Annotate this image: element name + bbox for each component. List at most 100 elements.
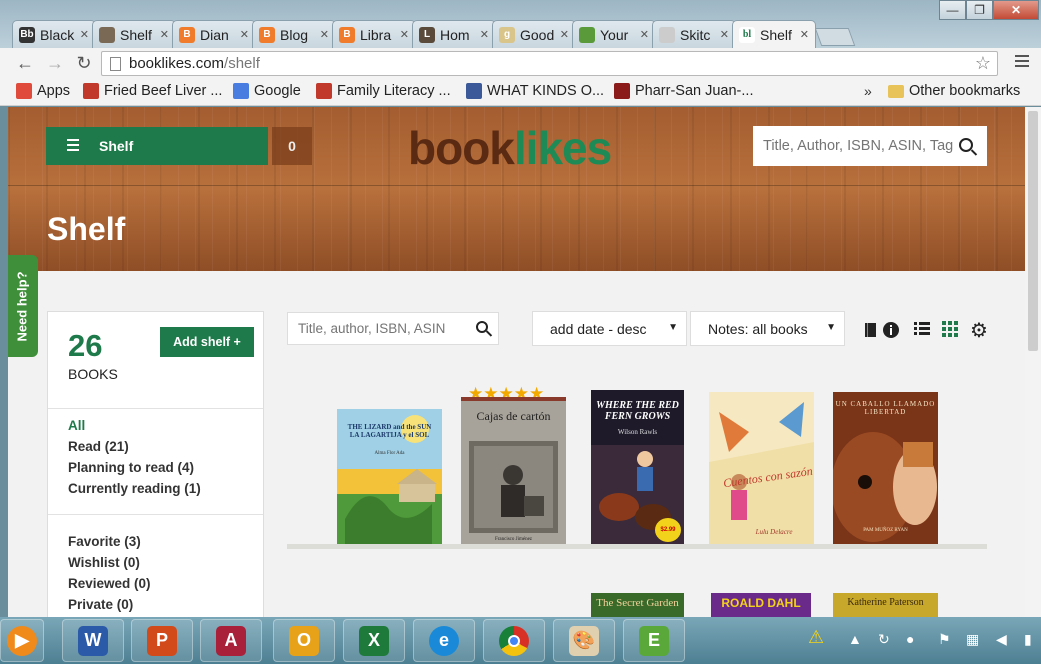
panda-tray-icon[interactable]: ● [906, 631, 914, 647]
address-url[interactable]: booklikes.com/shelf [129, 55, 260, 72]
action-center-flag-icon[interactable]: ⚑ [938, 631, 951, 648]
close-tab-icon[interactable]: ✕ [640, 28, 649, 41]
book-cover-cuentos-con-sazon[interactable]: Cuentos con sazón Lulu Delacre [709, 392, 814, 544]
close-tab-icon[interactable]: ✕ [320, 28, 329, 41]
tab-label: Shelf [760, 26, 792, 43]
address-bar[interactable]: booklikes.com/shelf ☆ [101, 51, 998, 76]
powerpoint-icon[interactable]: P [131, 619, 193, 662]
bookmark-item[interactable]: Apps [16, 83, 70, 99]
shelf-menu-button[interactable]: Shelf [46, 127, 268, 165]
internet-explorer-icon[interactable]: e [413, 619, 475, 662]
chrome-icon[interactable] [483, 619, 545, 662]
need-help-tab[interactable]: Need help? [8, 255, 38, 357]
close-tab-icon[interactable]: ✕ [400, 28, 409, 41]
close-window-button[interactable]: ✕ [993, 0, 1039, 20]
forward-arrow-icon[interactable]: → [44, 52, 66, 74]
minimize-button[interactable]: — [939, 0, 966, 20]
close-tab-icon[interactable]: ✕ [720, 28, 729, 41]
notes-filter-select[interactable]: Notes: all books ▼ [690, 311, 845, 346]
school-icon [614, 83, 630, 99]
browser-tab[interactable]: B Dian ✕ [172, 20, 256, 48]
bookmarks-overflow-chevron[interactable]: » [864, 83, 872, 99]
sidebar-item-favorite[interactable]: Favorite (3) [68, 534, 141, 549]
book-cover-caballo-libertad[interactable]: UN CABALLO LLAMADO LIBERTAD PAM MUÑOZ RY… [833, 392, 938, 544]
search-icon[interactable] [476, 321, 488, 333]
sidebar-item-private[interactable]: Private (0) [68, 597, 133, 612]
tab-label: Hom [440, 26, 470, 43]
browser-tab[interactable]: L Hom ✕ [412, 20, 496, 48]
browser-tab[interactable]: Shelf ✕ [92, 20, 176, 48]
shelf-divider [287, 544, 987, 549]
sidebar-item-all[interactable]: All [68, 418, 85, 433]
browser-tab[interactable]: Skitc ✕ [652, 20, 736, 48]
outlook-icon[interactable]: O [273, 619, 335, 662]
sidebar-item-currently-reading[interactable]: Currently reading (1) [68, 481, 201, 496]
bookmark-label: Apps [37, 83, 71, 99]
network-tray-icon[interactable]: ▦ [966, 631, 979, 648]
book-cover-cajas-de-carton[interactable]: Cajas de cartón Francisco Jiménez [461, 397, 566, 544]
search-icon[interactable] [959, 138, 973, 152]
browser-tab[interactable]: bl Shelf ✕ [732, 20, 816, 48]
browser-tab[interactable]: g Good ✕ [492, 20, 576, 48]
shelf-search-input[interactable] [288, 313, 468, 344]
other-bookmarks-folder[interactable]: Other bookmarks [888, 83, 1020, 99]
sidebar-item-read[interactable]: Read (21) [68, 439, 129, 454]
browser-tab[interactable]: Your ✕ [572, 20, 656, 48]
bookmark-item[interactable]: WHAT KINDS O... [466, 83, 604, 99]
sidebar-item-planning[interactable]: Planning to read (4) [68, 460, 194, 475]
sort-select[interactable]: add date - desc ▼ [532, 311, 687, 346]
page-scrollbar[interactable] [1025, 107, 1041, 617]
show-hidden-icons-chevron[interactable]: ▲ [848, 631, 862, 647]
bookmark-item[interactable]: Google [233, 83, 301, 99]
browser-titlebar: Bb Black ✕ Shelf ✕ B Dian ✕ B Blog ✕ B Libra ✕ L Hom ✕ g G… [0, 0, 1041, 48]
bookmark-icon [579, 26, 595, 43]
close-tab-icon[interactable]: ✕ [80, 28, 89, 41]
settings-gear-icon[interactable]: ⚙ [970, 318, 988, 343]
word-icon[interactable]: W [62, 619, 124, 662]
new-tab-button[interactable] [814, 28, 856, 46]
maximize-button[interactable]: ❐ [966, 0, 993, 20]
bookmark-item[interactable]: Family Literacy ... [316, 83, 451, 99]
battery-tray-icon[interactable]: ▮ [1024, 631, 1032, 648]
close-tab-icon[interactable]: ✕ [480, 28, 489, 41]
warning-tray-icon[interactable]: ⚠ [808, 627, 824, 648]
book-cover-secret-garden[interactable]: The Secret Garden [591, 593, 684, 617]
browser-tab[interactable]: Bb Black ✕ [12, 20, 96, 48]
evernote-icon[interactable]: E [623, 619, 685, 662]
sidebar-item-wishlist[interactable]: Wishlist (0) [68, 555, 140, 570]
excel-icon[interactable]: X [343, 619, 405, 662]
list-view-icon[interactable] [914, 321, 930, 340]
book-author: PAM MUÑOZ RYAN [863, 528, 908, 533]
book-cover-lizard-sun[interactable]: THE LIZARD and the SUN LA LAGARTIJA y el… [337, 409, 442, 544]
close-tab-icon[interactable]: ✕ [800, 28, 809, 41]
bookmark-item[interactable]: Fried Beef Liver ... [83, 83, 222, 99]
sound-tray-icon[interactable]: ◀ [996, 631, 1007, 648]
grid-view-icon[interactable] [942, 321, 958, 340]
bookmark-star-icon[interactable]: ☆ [975, 53, 991, 74]
browser-tab[interactable]: B Blog ✕ [252, 20, 336, 48]
bookmark-item[interactable]: Pharr-San Juan-... [614, 83, 753, 99]
book-cover-roald-dahl[interactable]: ROALD DAHL [711, 593, 811, 617]
browser-tab[interactable]: B Libra ✕ [332, 20, 416, 48]
access-icon[interactable]: A [200, 619, 262, 662]
paint-icon[interactable]: 🎨 [553, 619, 615, 662]
sync-tray-icon[interactable]: ↻ [878, 631, 890, 648]
booklikes-logo[interactable]: booklikes [408, 121, 612, 175]
need-help-label: Need help? [14, 270, 30, 342]
book-cover-katherine-paterson[interactable]: Katherine Paterson [833, 593, 938, 617]
sidebar-item-reviewed[interactable]: Reviewed (0) [68, 576, 151, 591]
close-tab-icon[interactable]: ✕ [160, 28, 169, 41]
photo-icon [99, 26, 115, 43]
back-arrow-icon[interactable]: ← [14, 52, 36, 74]
reload-icon[interactable]: ↻ [73, 52, 95, 74]
add-shelf-button[interactable]: Add shelf + [160, 327, 254, 357]
site-search-input[interactable] [753, 126, 953, 166]
close-tab-icon[interactable]: ✕ [240, 28, 249, 41]
scrollbar-thumb[interactable] [1028, 111, 1038, 351]
book-cover-red-fern[interactable]: WHERE THE RED FERN GROWS Wilson Rawls $2… [591, 390, 684, 544]
notification-count[interactable]: 0 [272, 127, 312, 165]
media-player-icon[interactable]: ▶ [0, 619, 44, 662]
book-info-view-icon[interactable] [864, 321, 900, 342]
close-tab-icon[interactable]: ✕ [560, 28, 569, 41]
chrome-menu-icon[interactable] [1015, 55, 1029, 70]
